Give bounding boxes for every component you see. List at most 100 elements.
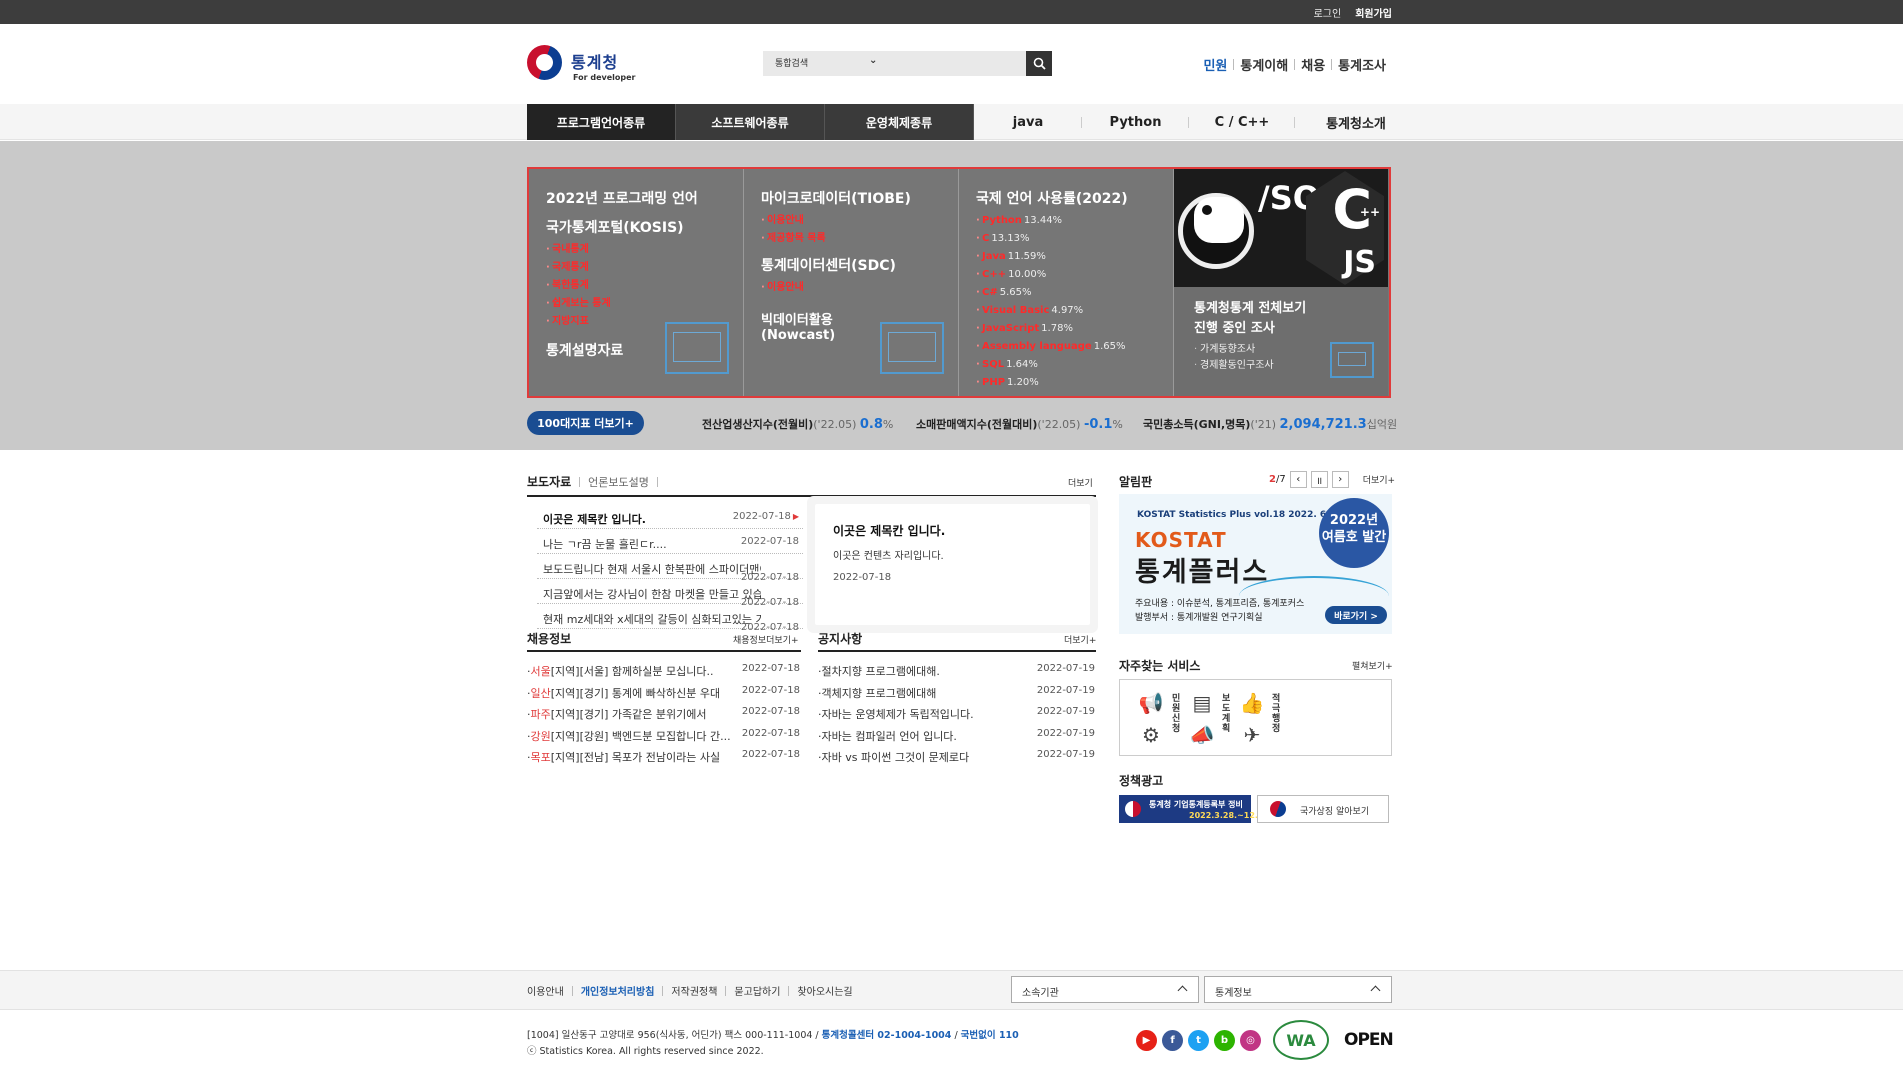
hero-title-usage[interactable]: 국제 언어 사용률(2022) xyxy=(976,191,1173,208)
util-item-understanding[interactable]: 통계이해 xyxy=(1234,55,1294,74)
nav-tab-languages[interactable]: 프로그램언어종류 xyxy=(527,104,676,140)
stats-info-select[interactable]: 통계정보 xyxy=(1204,976,1392,1003)
list-item[interactable]: 지금앞에서는 강사님이 한참 마켓을 만들고 있습니다.2022-07-18 xyxy=(537,579,803,608)
sdc-link[interactable]: 이용안내 xyxy=(761,279,958,297)
nav-tab-about[interactable]: 통계청소개 xyxy=(1295,104,1417,140)
kosis-link[interactable]: 국제통계 xyxy=(546,259,743,277)
hero-title-micro[interactable]: 마이크로데이터(TIOBE) xyxy=(761,191,958,208)
document-icon[interactable]: ▤ xyxy=(1189,692,1215,714)
list-item[interactable]: ·자바 vs 파이썬 그것이 문제로다 2022-07-19 xyxy=(818,746,1095,768)
stat-item[interactable]: 국민총소득(GNI,명목)('21) 2,094,721.3십억원 xyxy=(1143,416,1397,432)
list-item[interactable]: ·일산[지역][경기] 통계에 빠삭하신분 우대 2022-07-18 xyxy=(527,682,800,704)
tab-press-release[interactable]: 보도자료 xyxy=(527,473,571,490)
list-item[interactable]: ·강원[지역][강원] 백엔드분 모집합니다 간... 2022-07-18 xyxy=(527,725,800,747)
list-item[interactable]: ·객체지향 프로그램에대해 2022-07-19 xyxy=(818,682,1095,704)
policy-ad-national-symbols[interactable]: 국가상징 알아보기 xyxy=(1257,795,1389,823)
policy-ad-business-register[interactable]: 통계청 기업통계등록부 정비 2022.3.28.~12.14. xyxy=(1119,795,1272,823)
util-item-minwon[interactable]: 민원 xyxy=(1197,55,1233,74)
facebook-icon[interactable]: f xyxy=(1162,1030,1183,1051)
footer-link-guide[interactable]: 이용안내 xyxy=(527,983,572,998)
kosis-link[interactable]: 쉽게보는 통계 xyxy=(546,295,743,313)
hero-title-2022[interactable]: 2022년 프로그래밍 언어 xyxy=(546,191,743,208)
list-item[interactable]: ·목포[지역][전남] 목포가 전남이라는 사실 2022-07-18 xyxy=(527,746,800,768)
list-item[interactable]: 보도드립니다 현재 서울시 한복판에 스파이더맨이...2022-07-18 xyxy=(537,554,803,583)
language-item[interactable]: Assembly language1.65% xyxy=(976,338,1173,356)
megaphone-icon[interactable]: 📢 xyxy=(1138,692,1164,714)
search-button[interactable] xyxy=(1026,51,1052,76)
util-item-recruit[interactable]: 채용 xyxy=(1295,55,1331,74)
nav-tab-python[interactable]: Python xyxy=(1082,104,1189,140)
paper-plane-icon[interactable]: ✈ xyxy=(1239,724,1265,746)
press-preview[interactable]: 이곳은 제목칸 입니다. 이곳은 컨텐츠 자리입니다. 2022-07-18 xyxy=(815,504,1090,625)
language-item[interactable]: C13.13% xyxy=(976,230,1173,248)
youtube-icon[interactable]: ▶ xyxy=(1136,1030,1157,1051)
list-item[interactable]: 이곳은 제목칸 입니다.2022-07-18 xyxy=(537,504,803,529)
megaphone-icon[interactable]: 📣 xyxy=(1189,724,1215,746)
affiliate-select[interactable]: 소속기관 xyxy=(1011,976,1199,1003)
list-item[interactable]: ·절차지향 프로그램에대해. 2022-07-19 xyxy=(818,660,1095,682)
banner-go-button[interactable]: 바로가기 > xyxy=(1325,606,1387,624)
login-link[interactable]: 로그인 xyxy=(1314,5,1342,20)
list-item[interactable]: ·자바는 운영체제가 독립적입니다. 2022-07-19 xyxy=(818,703,1095,725)
board-more-link[interactable]: 더보기+ xyxy=(1363,473,1395,486)
hero-title-all-stats[interactable]: 통계청통계 전체보기 xyxy=(1194,301,1388,317)
language-item[interactable]: JavaScript1.78% xyxy=(976,320,1173,338)
next-arrow-icon[interactable]: › xyxy=(1331,471,1349,488)
jobs-title: 채용정보 xyxy=(527,632,572,646)
list-item[interactable]: ·서울[지역][서울] 함께하실분 모십니다.. 2022-07-18 xyxy=(527,660,800,682)
language-item[interactable]: SQL1.64% xyxy=(976,356,1173,374)
notices-more-link[interactable]: 더보기+ xyxy=(1064,633,1096,646)
service-label-minwon[interactable]: 민원신청 xyxy=(1172,694,1184,734)
list-item[interactable]: ·자바는 컴파일러 언어 입니다. 2022-07-19 xyxy=(818,725,1095,747)
list-item[interactable]: 나는 ㄱr끔 눈물 흘린ㄷr....2022-07-18 xyxy=(537,529,803,554)
search-scope-select[interactable]: 통합검색 xyxy=(775,56,808,69)
list-item[interactable]: ·파주[지역][경기] 가족같은 분위기에서 2022-07-18 xyxy=(527,703,800,725)
thumbs-up-icon[interactable]: 👍 xyxy=(1239,692,1265,714)
press-more-link[interactable]: 더보기 xyxy=(1068,476,1093,489)
footer-link-qna[interactable]: 묻고답하기 xyxy=(726,983,788,998)
util-item-survey[interactable]: 통계조사 xyxy=(1332,55,1392,74)
language-item[interactable]: C++10.00% xyxy=(976,266,1173,284)
language-item[interactable]: C#5.65% xyxy=(976,284,1173,302)
footer-link-directions[interactable]: 찾아오시는길 xyxy=(789,983,860,998)
stat-item[interactable]: 전산업생산지수(전월비)('22.05) 0.8% xyxy=(702,416,893,432)
nav-tab-software[interactable]: 소프트웨어종류 xyxy=(676,104,825,140)
kosis-link[interactable]: 국내통계 xyxy=(546,241,743,259)
nav-tab-java[interactable]: java xyxy=(974,104,1082,140)
top100-more-button[interactable]: 100대지표 더보기+ xyxy=(527,411,644,435)
tab-press-explain[interactable]: 언론보도설명 xyxy=(588,474,649,490)
language-item[interactable]: Visual Basic4.97% xyxy=(976,302,1173,320)
chevron-down-icon[interactable]: ⌄ xyxy=(869,55,877,66)
language-item[interactable]: Java11.59% xyxy=(976,248,1173,266)
micro-link[interactable]: 이용안내 xyxy=(761,212,958,230)
statistics-plus-banner[interactable]: KOSTAT Statistics Plus vol.18 2022. 6. K… xyxy=(1119,494,1392,634)
footer-link-copyright[interactable]: 저작권정책 xyxy=(663,983,725,998)
prev-arrow-icon[interactable]: ‹ xyxy=(1289,471,1307,488)
blog-icon[interactable]: b xyxy=(1214,1030,1235,1051)
gear-person-icon[interactable]: ⚙ xyxy=(1138,724,1164,746)
instagram-icon[interactable]: ◎ xyxy=(1240,1030,1261,1051)
hero-title-kosis[interactable]: 국가통계포털(KOSIS) xyxy=(546,220,743,237)
micro-link[interactable]: 제공항목 목록 xyxy=(761,230,958,248)
signup-link[interactable]: 회원가입 xyxy=(1355,5,1392,20)
pause-icon[interactable]: ॥ xyxy=(1310,471,1328,488)
service-label-active[interactable]: 적극행정 xyxy=(1272,694,1284,734)
stat-item[interactable]: 소매판매액지수(전월대비)('22.05) -0.1% xyxy=(916,416,1123,432)
service-label-press-plan[interactable]: 보도계획 xyxy=(1222,694,1234,734)
search-bar[interactable]: 통합검색 ⌄ xyxy=(763,51,1027,76)
language-item[interactable]: PHP1.20% xyxy=(976,374,1173,392)
twitter-icon[interactable]: t xyxy=(1188,1030,1209,1051)
kosis-link[interactable]: 북한통계 xyxy=(546,277,743,295)
services-more-link[interactable]: 펼쳐보기+ xyxy=(1352,659,1393,672)
language-item[interactable]: Python13.44% xyxy=(976,212,1173,230)
sdc-links: 이용안내 xyxy=(761,279,958,297)
hero-title-sdc[interactable]: 통계데이터센터(SDC) xyxy=(761,258,958,275)
preview-title: 이곳은 제목칸 입니다. xyxy=(833,524,946,538)
hero-title-ongoing[interactable]: 진행 중인 조사 xyxy=(1194,321,1388,337)
footer-link-privacy[interactable]: 개인정보처리방침 xyxy=(573,983,663,998)
list-item[interactable]: 현재 mz세대와 x세대의 갈등이 심화되고있는 가운데...2022-07-1… xyxy=(537,604,803,633)
nav-tab-os[interactable]: 운영체제종류 xyxy=(825,104,974,140)
nav-tab-c[interactable]: C / C++ xyxy=(1189,104,1295,140)
jobs-more-link[interactable]: 채용정보더보기+ xyxy=(733,633,799,646)
site-logo[interactable]: 통계청 For developer xyxy=(527,45,637,85)
